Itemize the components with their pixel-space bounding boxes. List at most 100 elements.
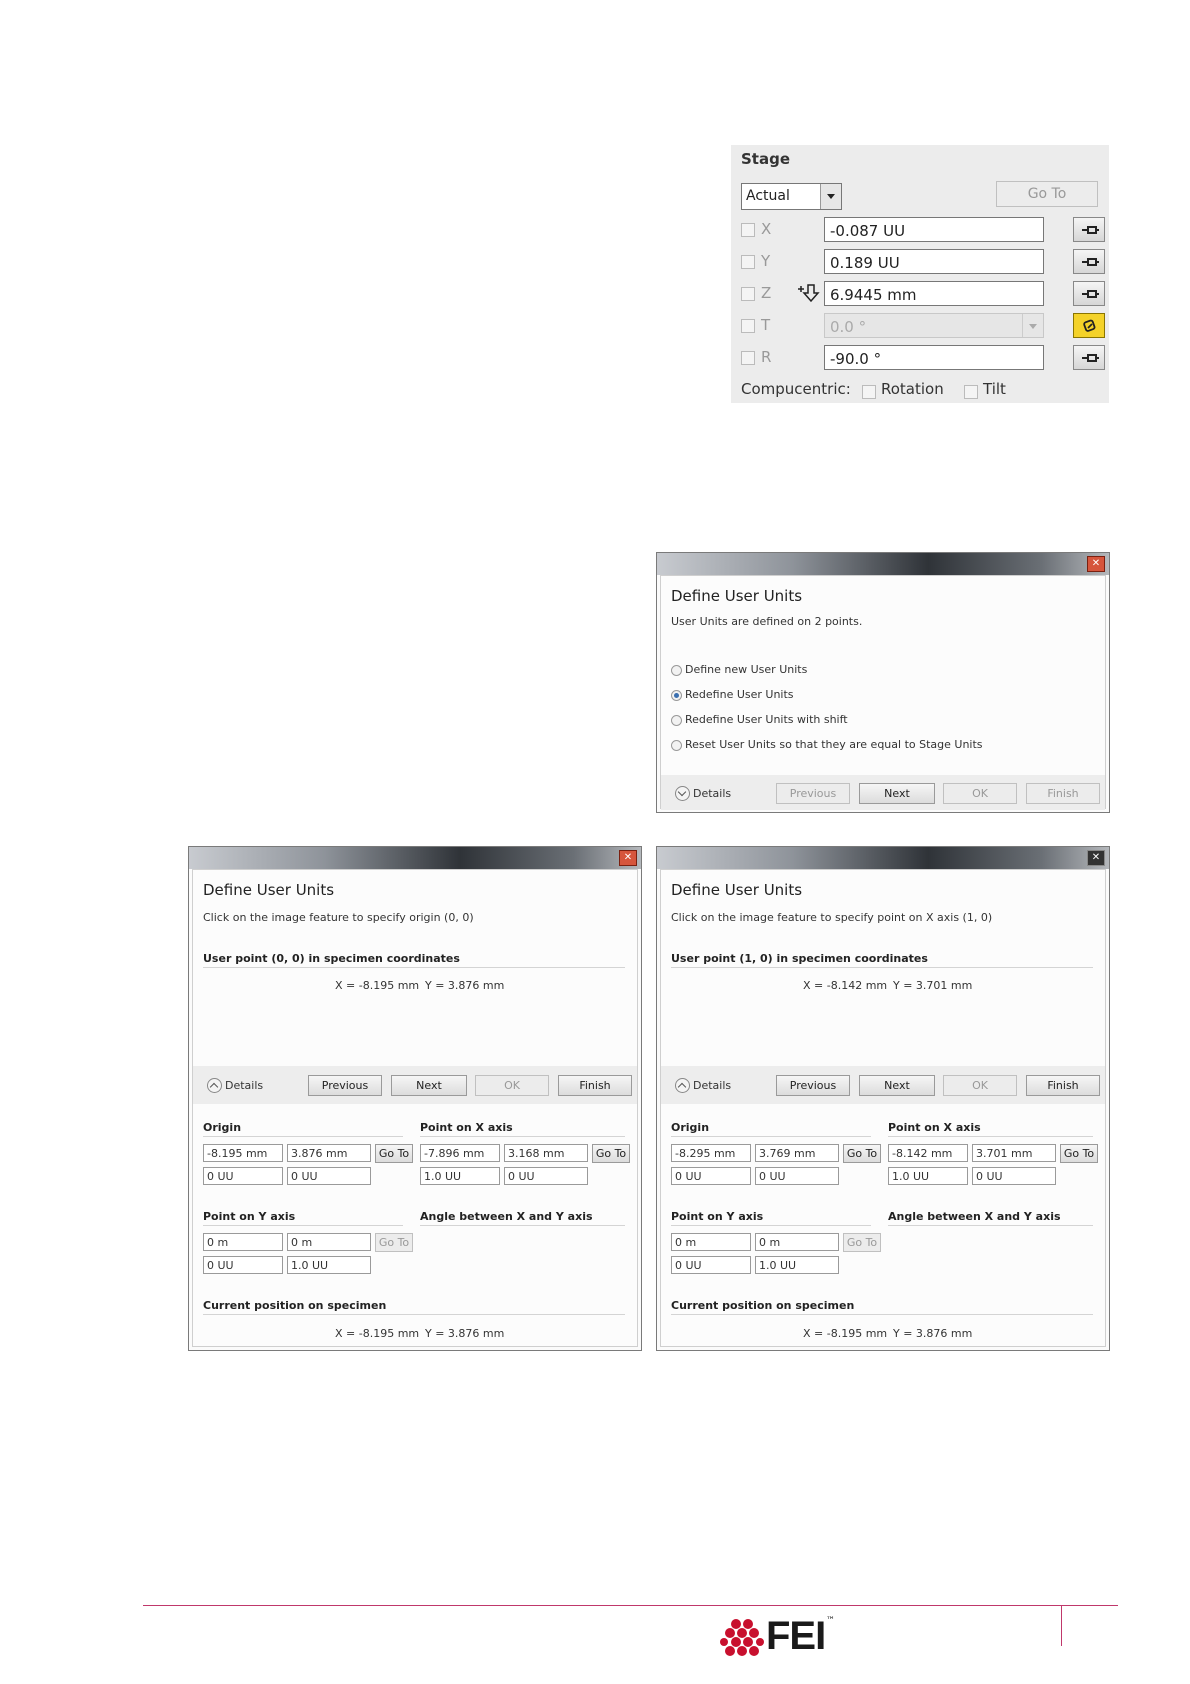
finish-button[interactable]: Finish: [1026, 783, 1100, 804]
ok-button[interactable]: OK: [475, 1075, 549, 1096]
option-define-new[interactable]: Define new User Units: [685, 663, 807, 676]
radio-redefine[interactable]: [671, 690, 682, 701]
details-toggle[interactable]: Details: [693, 1079, 731, 1092]
previous-button[interactable]: Previous: [776, 1075, 850, 1096]
radio-define-new[interactable]: [671, 665, 682, 676]
expand-details-icon[interactable]: [675, 786, 690, 801]
ok-button[interactable]: OK: [943, 783, 1017, 804]
origin-y-field[interactable]: 3.876 mm: [287, 1144, 371, 1162]
z-link-arrow-icon[interactable]: [797, 283, 821, 303]
pin-icon: [1082, 258, 1099, 266]
chevron-down-icon[interactable]: [1022, 314, 1043, 337]
axis-z-field[interactable]: 6.9445 mm: [824, 281, 1044, 306]
radio-redefine-shift[interactable]: [671, 715, 682, 726]
origin-uy-field[interactable]: 0 UU: [755, 1167, 839, 1185]
point-y-ux-field[interactable]: 0 UU: [203, 1256, 283, 1274]
axis-y-label: Y: [761, 252, 771, 270]
dialog-title: Define User Units: [671, 587, 803, 605]
chevron-down-icon[interactable]: [820, 184, 841, 209]
origin-y-field[interactable]: 3.769 mm: [755, 1144, 839, 1162]
point-y-y-field[interactable]: 0 m: [287, 1233, 371, 1251]
axis-t-lock-button[interactable]: [1073, 313, 1105, 338]
next-button[interactable]: Next: [391, 1075, 467, 1096]
coord-y: Y = 3.876 mm: [425, 979, 505, 992]
origin-goto-button[interactable]: Go To: [843, 1144, 881, 1163]
axis-t-checkbox[interactable]: [741, 319, 755, 333]
rotation-checkbox[interactable]: [862, 385, 876, 399]
axis-x-value: -0.087 UU: [830, 222, 906, 240]
coord-x: X = -8.195 mm: [335, 979, 420, 992]
next-button[interactable]: Next: [859, 783, 935, 804]
point-x-ux-field[interactable]: 1.0 UU: [888, 1167, 968, 1185]
point-y-goto-button[interactable]: Go To: [375, 1233, 413, 1252]
point-x-goto-button[interactable]: Go To: [592, 1144, 630, 1163]
divider: [420, 1225, 625, 1226]
point-y-goto-button[interactable]: Go To: [843, 1233, 881, 1252]
point-x-y-field[interactable]: 3.701 mm: [972, 1144, 1056, 1162]
origin-x-field[interactable]: -8.295 mm: [671, 1144, 751, 1162]
axis-y-checkbox[interactable]: [741, 255, 755, 269]
point-y-y-field[interactable]: 0 m: [755, 1233, 839, 1251]
point-x-uy-field[interactable]: 0 UU: [972, 1167, 1056, 1185]
axis-t-field[interactable]: 0.0 °: [824, 313, 1044, 338]
current-x: X = -8.195 mm: [335, 1327, 420, 1340]
previous-button[interactable]: Previous: [776, 783, 850, 804]
coord-x: X = -8.142 mm: [803, 979, 888, 992]
define-user-units-dialog-start: ✕ Define User Units User Units are defin…: [656, 552, 1110, 813]
footer-tick: [1061, 1606, 1062, 1646]
axis-z-pin-button[interactable]: [1073, 281, 1105, 306]
point-x-uy-field[interactable]: 0 UU: [504, 1167, 588, 1185]
option-redefine[interactable]: Redefine User Units: [685, 688, 794, 701]
finish-button[interactable]: Finish: [1026, 1075, 1100, 1096]
collapse-details-icon[interactable]: [207, 1078, 222, 1093]
close-button[interactable]: ✕: [619, 850, 637, 866]
close-button[interactable]: ✕: [1087, 850, 1105, 866]
axis-x-field[interactable]: -0.087 UU: [824, 217, 1044, 242]
option-redefine-shift[interactable]: Redefine User Units with shift: [685, 713, 848, 726]
point-y-ux-field[interactable]: 0 UU: [671, 1256, 751, 1274]
divider: [671, 1314, 1093, 1315]
point-y-x-field[interactable]: 0 m: [671, 1233, 751, 1251]
origin-x-field[interactable]: -8.195 mm: [203, 1144, 283, 1162]
option-reset[interactable]: Reset User Units so that they are equal …: [685, 738, 983, 751]
divider: [203, 1225, 403, 1226]
collapse-details-icon[interactable]: [675, 1078, 690, 1093]
point-y-x-field[interactable]: 0 m: [203, 1233, 283, 1251]
axis-r-pin-button[interactable]: [1073, 345, 1105, 370]
point-y-uy-field[interactable]: 1.0 UU: [755, 1256, 839, 1274]
radio-reset[interactable]: [671, 740, 682, 751]
stage-goto-button[interactable]: Go To: [996, 181, 1098, 207]
axis-x-checkbox[interactable]: [741, 223, 755, 237]
details-toggle[interactable]: Details: [225, 1079, 263, 1092]
point-y-label: Point on Y axis: [203, 1210, 296, 1223]
origin-uy-field[interactable]: 0 UU: [287, 1167, 371, 1185]
origin-ux-field[interactable]: 0 UU: [671, 1167, 751, 1185]
axis-z-checkbox[interactable]: [741, 287, 755, 301]
previous-button[interactable]: Previous: [308, 1075, 382, 1096]
point-x-goto-button[interactable]: Go To: [1060, 1144, 1098, 1163]
point-x-y-field[interactable]: 3.168 mm: [504, 1144, 588, 1162]
axis-r-field[interactable]: -90.0 °: [824, 345, 1044, 370]
axis-r-checkbox[interactable]: [741, 351, 755, 365]
details-toggle[interactable]: Details: [693, 787, 731, 800]
axis-y-field[interactable]: 0.189 UU: [824, 249, 1044, 274]
point-y-uy-field[interactable]: 1.0 UU: [287, 1256, 371, 1274]
finish-button[interactable]: Finish: [558, 1075, 632, 1096]
fei-logo-text: FEI: [766, 1614, 826, 1658]
next-button[interactable]: Next: [859, 1075, 935, 1096]
axis-x-pin-button[interactable]: [1073, 217, 1105, 242]
origin-goto-button[interactable]: Go To: [375, 1144, 413, 1163]
point-x-x-field[interactable]: -7.896 mm: [420, 1144, 500, 1162]
point-x-x-field[interactable]: -8.142 mm: [888, 1144, 968, 1162]
ok-button[interactable]: OK: [943, 1075, 1017, 1096]
origin-ux-field[interactable]: 0 UU: [203, 1167, 283, 1185]
dialog-title: Define User Units: [203, 881, 335, 899]
stage-mode-select[interactable]: Actual: [741, 183, 842, 210]
point-x-label: Point on X axis: [888, 1121, 981, 1134]
current-x: X = -8.195 mm: [803, 1327, 888, 1340]
close-button[interactable]: ✕: [1087, 556, 1105, 572]
axis-y-pin-button[interactable]: [1073, 249, 1105, 274]
tilt-checkbox[interactable]: [964, 385, 978, 399]
point-x-ux-field[interactable]: 1.0 UU: [420, 1167, 500, 1185]
axis-x-label: X: [761, 220, 772, 238]
